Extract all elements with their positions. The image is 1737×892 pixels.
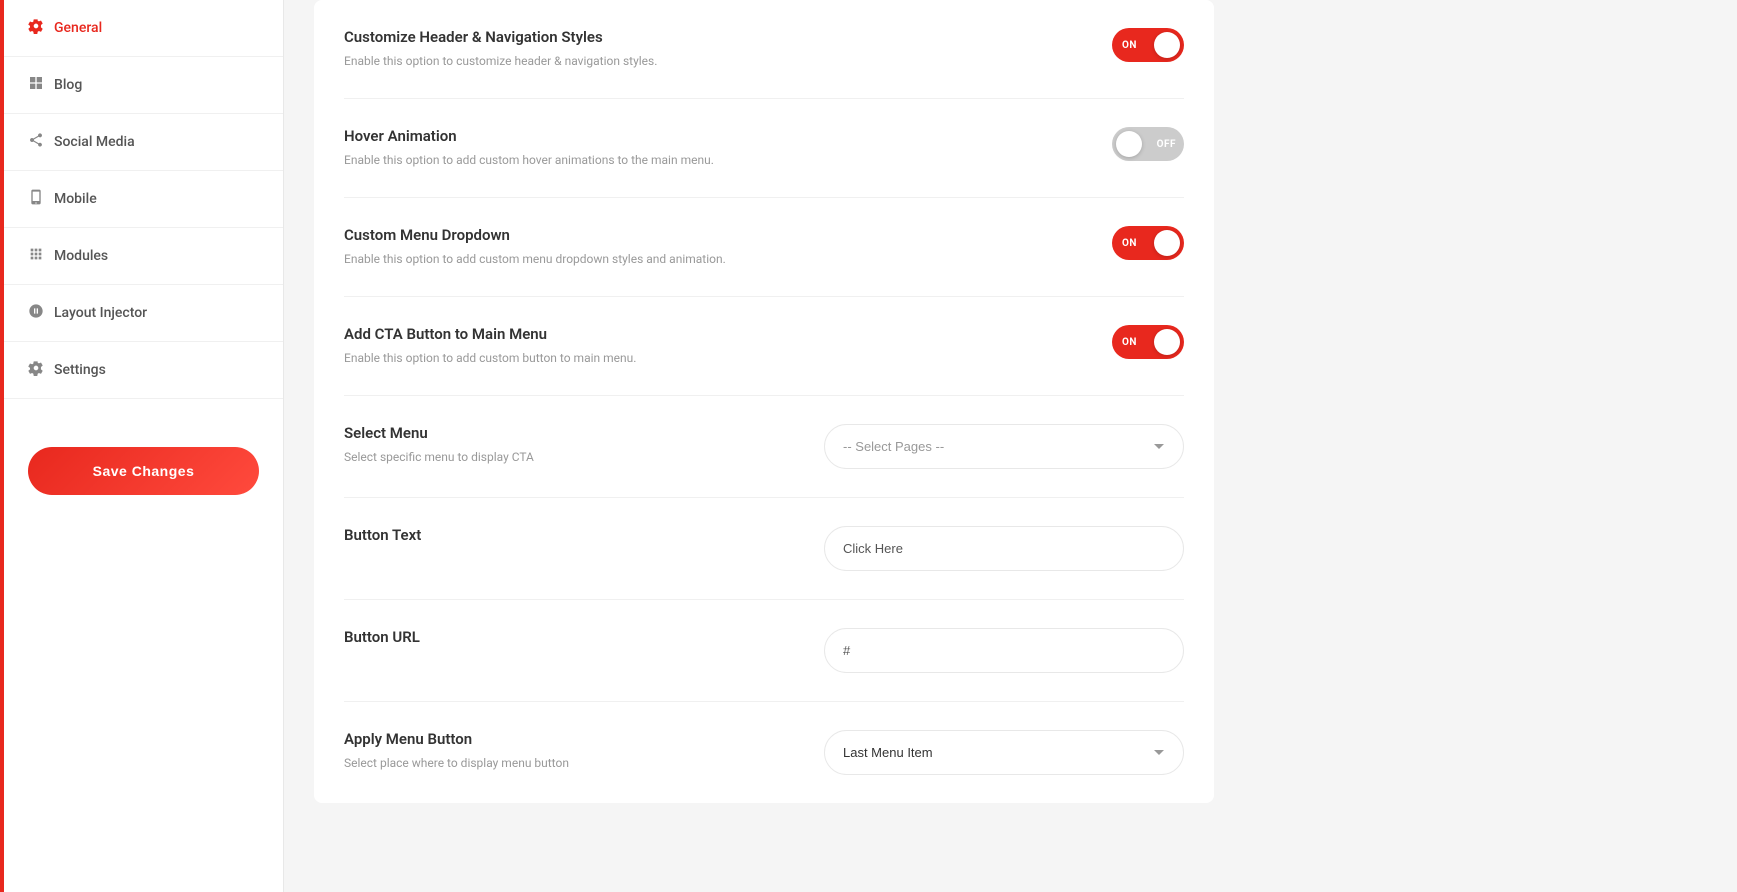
sidebar-item-settings-label: Settings (54, 362, 106, 378)
toggle-customize-header[interactable]: ON (1112, 28, 1184, 62)
setting-info-add-cta-button: Add CTA Button to Main Menu Enable this … (344, 325, 824, 367)
settings-icon (28, 360, 44, 380)
toggle-thumb-add-cta-button (1154, 329, 1180, 355)
sidebar-item-modules-label: Modules (54, 248, 108, 264)
toggle-hover-animation[interactable]: OFF (1112, 127, 1184, 161)
modules-icon (28, 246, 44, 266)
select-menu-dropdown[interactable]: -- Select Pages -- Home About Services C… (824, 424, 1184, 469)
sidebar-item-social-media[interactable]: Social Media (4, 114, 283, 171)
layout-injector-icon (28, 303, 44, 323)
sidebar-item-layout-injector[interactable]: Layout Injector (4, 285, 283, 342)
sidebar-item-mobile-label: Mobile (54, 191, 97, 207)
setting-row-button-url: Button URL (344, 600, 1184, 702)
setting-desc-customize-header: Enable this option to customize header &… (344, 52, 824, 70)
sidebar-item-blog-label: Blog (54, 77, 82, 93)
button-text-input[interactable] (824, 526, 1184, 571)
setting-info-hover-animation: Hover Animation Enable this option to ad… (344, 127, 824, 169)
setting-info-select-menu: Select Menu Select specific menu to disp… (344, 424, 824, 466)
setting-info-customize-header: Customize Header & Navigation Styles Ena… (344, 28, 824, 70)
setting-title-select-menu: Select Menu (344, 424, 824, 442)
setting-desc-apply-menu-button: Select place where to display menu butto… (344, 754, 824, 772)
toggle-track-hover-animation: OFF (1112, 127, 1184, 161)
setting-row-select-menu: Select Menu Select specific menu to disp… (344, 396, 1184, 498)
setting-row-button-text: Button Text (344, 498, 1184, 600)
main-content: Customize Header & Navigation Styles Ena… (284, 0, 1437, 892)
setting-row-apply-menu-button: Apply Menu Button Select place where to … (344, 702, 1184, 803)
sidebar-item-settings[interactable]: Settings (4, 342, 283, 399)
setting-control-apply-menu-button: Last Menu Item First Menu Item Before Lo… (824, 730, 1184, 775)
setting-control-button-url (824, 628, 1184, 673)
setting-control-custom-menu-dropdown: ON (824, 226, 1184, 260)
toggle-thumb-hover-animation (1116, 131, 1142, 157)
sidebar-item-layout-injector-label: Layout Injector (54, 305, 147, 321)
toggle-off-label-hover-animation: OFF (1157, 139, 1176, 150)
sidebar-item-mobile[interactable]: Mobile (4, 171, 283, 228)
mobile-icon (28, 189, 44, 209)
setting-control-button-text (824, 526, 1184, 571)
setting-title-button-text: Button Text (344, 526, 824, 544)
setting-desc-add-cta-button: Enable this option to add custom button … (344, 349, 824, 367)
toggle-thumb-custom-menu-dropdown (1154, 230, 1180, 256)
setting-info-custom-menu-dropdown: Custom Menu Dropdown Enable this option … (344, 226, 824, 268)
setting-row-add-cta-button: Add CTA Button to Main Menu Enable this … (344, 297, 1184, 396)
toggle-custom-menu-dropdown[interactable]: ON (1112, 226, 1184, 260)
setting-title-button-url: Button URL (344, 628, 824, 646)
toggle-on-label-customize-header: ON (1122, 40, 1137, 51)
sidebar-item-general[interactable]: General (4, 0, 283, 57)
toggle-on-label-add-cta-button: ON (1122, 337, 1137, 348)
save-changes-button[interactable]: Save Changes (28, 447, 259, 495)
setting-row-hover-animation: Hover Animation Enable this option to ad… (344, 99, 1184, 198)
toggle-on-label-custom-menu-dropdown: ON (1122, 238, 1137, 249)
setting-control-select-menu: -- Select Pages -- Home About Services C… (824, 424, 1184, 469)
blog-icon (28, 75, 44, 95)
setting-title-customize-header: Customize Header & Navigation Styles (344, 28, 824, 46)
setting-title-custom-menu-dropdown: Custom Menu Dropdown (344, 226, 824, 244)
setting-desc-hover-animation: Enable this option to add custom hover a… (344, 151, 824, 169)
setting-row-customize-header: Customize Header & Navigation Styles Ena… (344, 0, 1184, 99)
toggle-add-cta-button[interactable]: ON (1112, 325, 1184, 359)
sidebar-item-blog[interactable]: Blog (4, 57, 283, 114)
gear-icon (28, 18, 44, 38)
toggle-track-add-cta-button: ON (1112, 325, 1184, 359)
setting-control-add-cta-button: ON (824, 325, 1184, 359)
setting-info-button-url: Button URL (344, 628, 824, 652)
sidebar-item-social-media-label: Social Media (54, 134, 135, 150)
apply-menu-button-dropdown[interactable]: Last Menu Item First Menu Item Before Lo… (824, 730, 1184, 775)
right-panel (1437, 0, 1737, 892)
setting-title-add-cta-button: Add CTA Button to Main Menu (344, 325, 824, 343)
setting-desc-custom-menu-dropdown: Enable this option to add custom menu dr… (344, 250, 824, 268)
setting-desc-select-menu: Select specific menu to display CTA (344, 448, 824, 466)
sidebar: General Blog Social Media Mobile (4, 0, 284, 892)
sidebar-item-general-label: General (54, 20, 102, 36)
setting-title-apply-menu-button: Apply Menu Button (344, 730, 824, 748)
settings-panel: Customize Header & Navigation Styles Ena… (314, 0, 1214, 803)
toggle-track-custom-menu-dropdown: ON (1112, 226, 1184, 260)
button-url-input[interactable] (824, 628, 1184, 673)
setting-control-hover-animation: OFF (824, 127, 1184, 161)
setting-row-custom-menu-dropdown: Custom Menu Dropdown Enable this option … (344, 198, 1184, 297)
sidebar-item-modules[interactable]: Modules (4, 228, 283, 285)
setting-control-customize-header: ON (824, 28, 1184, 62)
social-media-icon (28, 132, 44, 152)
setting-title-hover-animation: Hover Animation (344, 127, 824, 145)
toggle-thumb-customize-header (1154, 32, 1180, 58)
setting-info-apply-menu-button: Apply Menu Button Select place where to … (344, 730, 824, 772)
toggle-track-customize-header: ON (1112, 28, 1184, 62)
save-button-container: Save Changes (4, 423, 283, 519)
setting-info-button-text: Button Text (344, 526, 824, 550)
